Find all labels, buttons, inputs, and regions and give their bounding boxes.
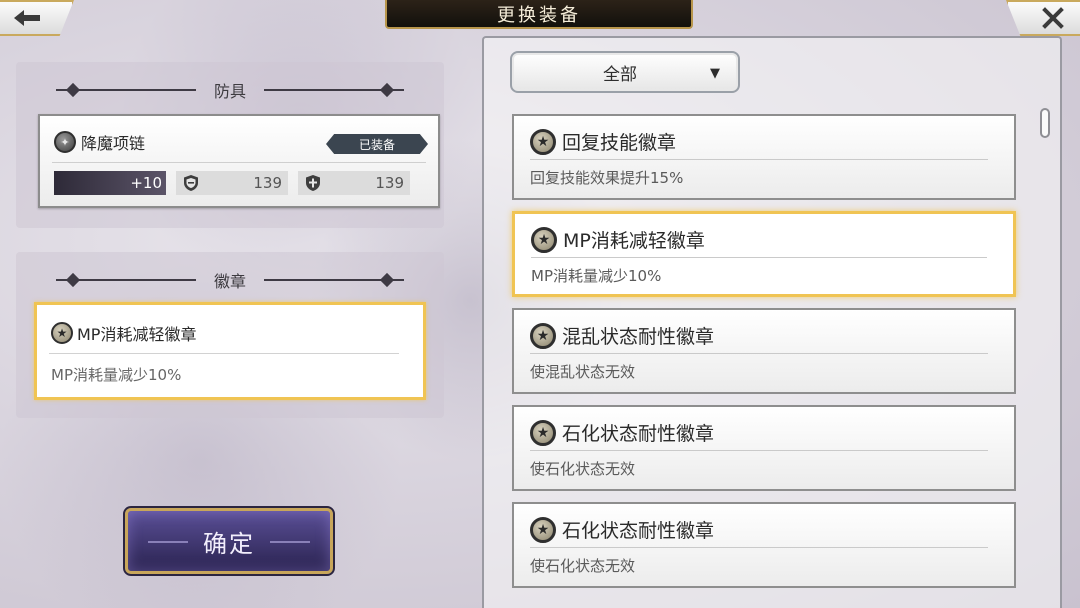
star-badge-icon: ★: [531, 226, 557, 253]
confirm-button-label: 确定: [203, 529, 255, 558]
badge-item-name: 石化状态耐性徽章: [562, 423, 715, 445]
ornament-divider: [264, 275, 404, 285]
equipped-armor-name: 降魔项链: [81, 134, 146, 153]
badge-item-name: 石化状态耐性徽章: [562, 520, 715, 542]
badge-item-desc: MP消耗量减少10%: [531, 267, 662, 285]
badge-item-desc: 使石化状态无效: [530, 557, 636, 575]
divider: [530, 450, 988, 451]
divider: [530, 547, 988, 548]
badge-list-item[interactable]: ★ 石化状态耐性徽章 使石化状态无效: [512, 502, 1016, 588]
badge-list-panel: 全部 ▼ ★ 回复技能徽章 回复技能效果提升15% ★ MP消耗减轻徽章 MP消…: [482, 36, 1062, 608]
badge-item-name-row: ★ 石化状态耐性徽章: [530, 516, 714, 543]
badge-section: 徽章 ★ MP消耗减轻徽章 MP消耗量减少10%: [16, 252, 444, 418]
star-badge-icon: ★: [51, 322, 73, 344]
armor-section-label: 防具: [213, 82, 246, 101]
badge-item-name-row: ★ 混乱状态耐性徽章: [530, 322, 714, 349]
page-title-bar: 更换装备: [385, 0, 693, 29]
confirm-button[interactable]: 确定: [123, 506, 335, 576]
armor-section: 防具 ✦ 降魔项链 已装备 +10 139 139: [16, 62, 444, 228]
arrow-left-icon: [14, 10, 40, 26]
badge-list-item-selected[interactable]: ★ MP消耗减轻徽章 MP消耗量减少10%: [512, 211, 1016, 297]
back-button[interactable]: [0, 0, 74, 36]
badge-list-item[interactable]: ★ 回复技能徽章 回复技能效果提升15%: [512, 114, 1016, 200]
armor-section-header: 防具: [16, 78, 444, 102]
defense-stat-value: 139: [253, 174, 282, 192]
badge-item-name-row: ★ 石化状态耐性徽章: [530, 419, 714, 446]
equipped-badge-desc: MP消耗量减少10%: [51, 366, 182, 384]
filter-value: 全部: [603, 64, 637, 85]
shield-icon: [184, 175, 198, 191]
badge-item-name-row: ★ 回复技能徽章: [530, 128, 676, 155]
ornament-divider: [55, 275, 196, 285]
equipped-armor-card[interactable]: ✦ 降魔项链 已装备 +10 139 139: [38, 114, 440, 208]
equipped-armor-name-row: ✦ 降魔项链: [54, 130, 145, 154]
page-title: 更换装备: [497, 4, 581, 26]
necklace-icon: ✦: [54, 131, 76, 153]
enhance-level-value: +10: [130, 174, 162, 192]
star-badge-icon: ★: [530, 516, 556, 543]
defense-stat: 139: [176, 171, 288, 195]
close-button[interactable]: [1006, 0, 1080, 36]
magic-defense-stat: 139: [298, 171, 410, 195]
divider: [530, 353, 988, 354]
badge-item-desc: 回复技能效果提升15%: [530, 169, 684, 187]
filter-dropdown[interactable]: 全部 ▼: [510, 51, 740, 93]
equipped-badge-name-row: ★ MP消耗减轻徽章: [51, 321, 196, 345]
badge-item-desc: 使混乱状态无效: [530, 363, 636, 381]
badge-list-item[interactable]: ★ 混乱状态耐性徽章 使混乱状态无效: [512, 308, 1016, 394]
divider: [530, 159, 988, 160]
badge-list: ★ 回复技能徽章 回复技能效果提升15% ★ MP消耗减轻徽章 MP消耗量减少1…: [512, 114, 1016, 599]
magic-defense-stat-value: 139: [375, 174, 404, 192]
star-badge-icon: ★: [530, 322, 556, 349]
equipped-badge-card[interactable]: ★ MP消耗减轻徽章 MP消耗量减少10%: [34, 302, 426, 400]
dropdown-arrow-icon: ▼: [710, 66, 720, 81]
armor-stats: +10 139 139: [54, 171, 410, 195]
badge-list-item[interactable]: ★ 石化状态耐性徽章 使石化状态无效: [512, 405, 1016, 491]
ornament-divider: [264, 85, 404, 95]
star-badge-icon: ★: [530, 128, 556, 155]
badge-item-desc: 使石化状态无效: [530, 460, 636, 478]
divider: [52, 162, 426, 163]
badge-item-name: 混乱状态耐性徽章: [562, 326, 715, 348]
divider: [531, 257, 987, 258]
badge-section-header: 徽章: [16, 268, 444, 292]
close-x-icon: [1042, 7, 1064, 29]
equipped-badge-name: MP消耗减轻徽章: [77, 325, 197, 344]
cross-shield-icon: [306, 175, 320, 191]
star-badge-icon: ★: [530, 419, 556, 446]
list-scrollbar[interactable]: [1040, 108, 1050, 138]
equipped-badge: 已装备: [326, 134, 428, 154]
badge-item-name: MP消耗减轻徽章: [563, 230, 705, 252]
badge-item-name: 回复技能徽章: [562, 132, 677, 154]
ornament-divider: [55, 85, 196, 95]
enhance-level: +10: [54, 171, 166, 195]
badge-item-name-row: ★ MP消耗减轻徽章: [531, 226, 705, 253]
divider: [49, 353, 399, 354]
badge-section-label: 徽章: [213, 272, 246, 291]
